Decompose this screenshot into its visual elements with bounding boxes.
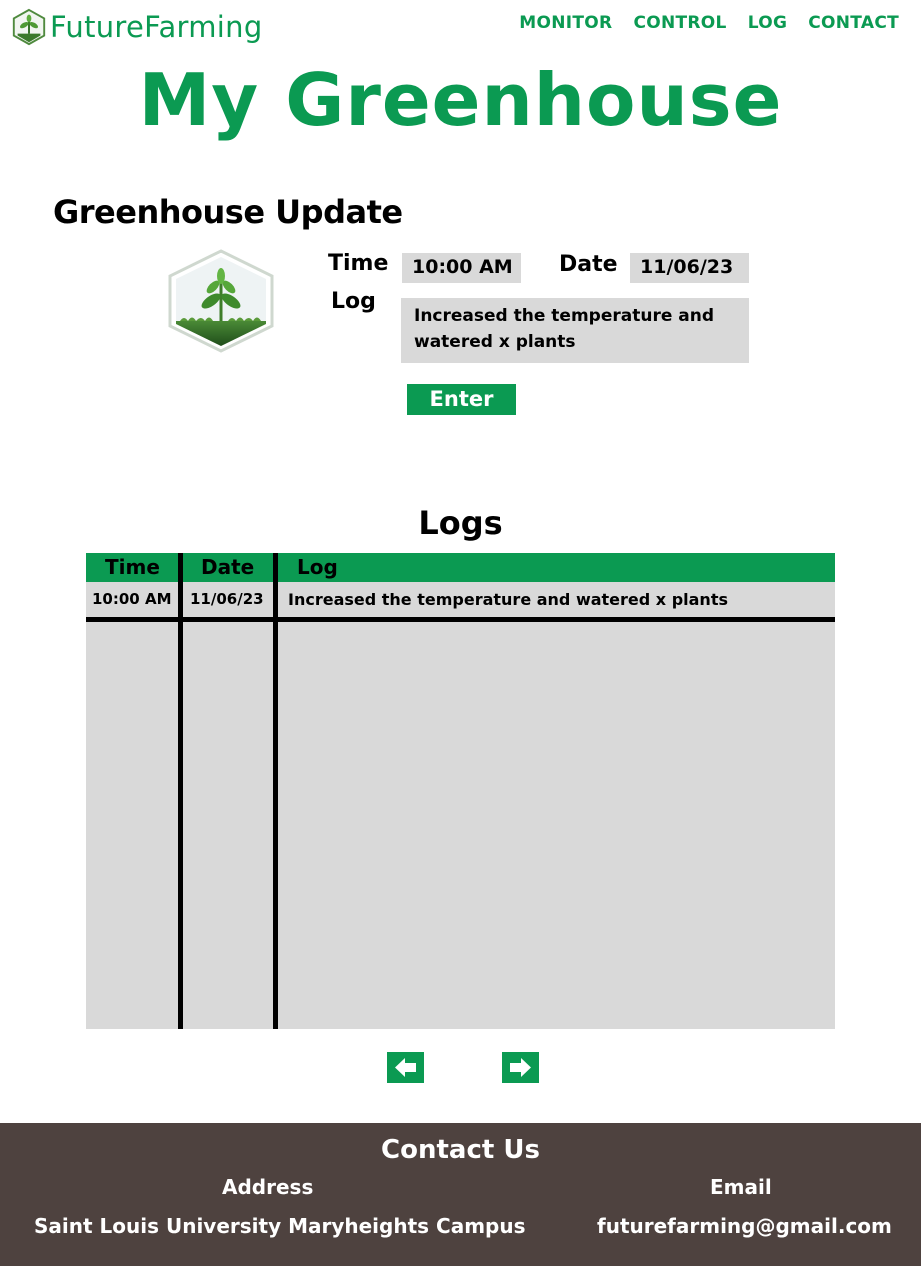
brand[interactable]: FutureFarming [10,8,263,46]
column-header-date: Date [201,555,255,579]
plant-hexagon-icon [168,249,274,353]
nav-log[interactable]: LOG [748,13,788,33]
nav-control[interactable]: CONTROL [633,13,726,33]
nav-contact[interactable]: CONTACT [808,13,899,33]
arrow-left-icon [395,1058,416,1077]
column-header-log: Log [297,555,338,579]
brand-name: FutureFarming [50,10,263,44]
cell-log: Increased the temperature and watered x … [288,590,728,609]
page-title: My Greenhouse [138,58,783,142]
address-label: Address [222,1175,314,1199]
logs-title: Logs [418,504,503,542]
email-label: Email [710,1175,772,1199]
email-link[interactable]: futurefarming@gmail.com [597,1214,892,1238]
update-section-title: Greenhouse Update [53,193,403,231]
table-header: Time Date Log [86,553,835,582]
nav-monitor[interactable]: MONITOR [519,13,612,33]
previous-page-button[interactable] [387,1052,424,1083]
log-field[interactable]: Increased the temperature and watered x … [401,298,749,363]
column-divider [178,553,183,1029]
arrow-right-icon [510,1058,531,1077]
table-row[interactable]: 10:00 AM 11/06/23 Increased the temperat… [86,582,835,616]
date-field[interactable]: 11/06/23 [630,253,749,283]
log-label: Log [331,289,376,314]
column-header-time: Time [105,555,160,579]
main-nav: MONITOR CONTROL LOG CONTACT [498,13,899,33]
cell-date: 11/06/23 [190,590,264,608]
column-divider [273,553,278,1029]
cell-time: 10:00 AM [92,590,172,608]
sprout-hexagon-icon [12,8,46,46]
footer: Contact Us Address Email Saint Louis Uni… [0,1123,921,1266]
row-divider [86,617,835,622]
footer-title: Contact Us [381,1135,540,1165]
time-field[interactable]: 10:00 AM [402,253,521,283]
date-label: Date [559,252,618,277]
address-value: Saint Louis University Maryheights Campu… [34,1214,526,1238]
time-label: Time [328,251,389,276]
next-page-button[interactable] [502,1052,539,1083]
enter-button[interactable]: Enter [407,384,516,415]
logs-table: Time Date Log 10:00 AM 11/06/23 Increase… [86,553,835,1029]
